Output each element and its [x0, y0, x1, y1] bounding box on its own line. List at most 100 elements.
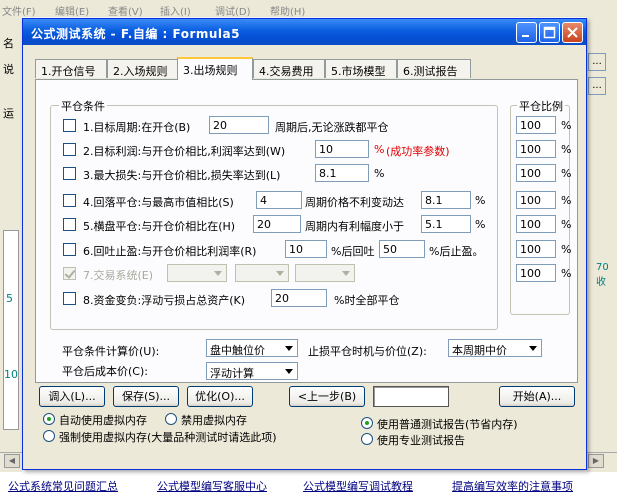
rule-3-suffix: % — [374, 167, 385, 180]
scroll-left-icon[interactable]: ◀ — [4, 454, 20, 468]
rule-4-checkbox[interactable] — [63, 194, 76, 207]
bg-browse-button[interactable]: ... — [588, 53, 606, 71]
rule-2-value-input[interactable]: 10 — [315, 140, 369, 158]
prev-step-button[interactable]: <上一步(B) — [289, 386, 365, 407]
ratio-7-percent: % — [561, 267, 572, 280]
bg-label-desc: 说 — [3, 63, 14, 76]
calc-price-select[interactable]: 盘中触位价 — [206, 339, 298, 357]
menu-view[interactable]: 查看(V) — [108, 3, 143, 18]
rule-6-checkbox[interactable] — [63, 243, 76, 256]
rule-3-value-input[interactable]: 8.1 — [315, 164, 369, 182]
menu-help[interactable]: 帮助(H) — [270, 3, 305, 18]
dialog-titlebar[interactable]: 公式测试系统 - F.自编 : Formula5 — [23, 19, 586, 45]
ratio-1-input[interactable]: 100 — [516, 116, 556, 134]
radio-auto-virtual-memory-label: 自动使用虚拟内存 — [59, 414, 147, 427]
rule-2-label: 2.目标利润:与开仓价相比,利润率达到(W) — [83, 145, 286, 158]
cost-price-value: 浮动计算 — [210, 367, 254, 380]
rule-7-system-select-2[interactable] — [235, 264, 289, 282]
rule-4-percent-input[interactable]: 8.1 — [421, 191, 471, 209]
link-faq[interactable]: 公式系统常见问题汇总 — [8, 478, 118, 494]
ratio-1-percent: % — [561, 119, 572, 132]
rule-2-checkbox[interactable] — [63, 143, 76, 156]
ratio-5-input[interactable]: 100 — [516, 215, 556, 233]
rule-6-profit-input[interactable]: 10 — [285, 240, 327, 258]
rule-7-system-select-3[interactable] — [295, 264, 355, 282]
cost-price-select[interactable]: 浮动计算 — [206, 362, 298, 380]
maximize-button[interactable] — [539, 22, 560, 43]
scroll-right-icon[interactable]: ▶ — [588, 454, 604, 468]
background-chart-panel — [3, 230, 19, 430]
menu-file[interactable]: 文件(F) — [2, 3, 36, 18]
tab-trading-fees[interactable]: 4.交易费用 — [253, 59, 325, 78]
close-conditions-group: 平仓条件 1.目标周期:在开仓(B) 20 周期后,无论涨跌都平仓 2.目标利润… — [50, 98, 498, 330]
optimize-button[interactable]: 优化(O)... — [187, 386, 253, 407]
next-step-button[interactable] — [373, 386, 449, 407]
bg-axis-number: 10 — [4, 368, 18, 381]
radio-normal-report[interactable] — [361, 417, 373, 429]
link-efficiency-tips[interactable]: 提高编写效率的注意事项 — [452, 478, 573, 494]
calc-price-label: 平仓条件计算价(U): — [62, 345, 160, 358]
rule-row-5: 5.横盘平仓:与开仓价相比在(H) 20 周期内有利幅度小于 5.1 % — [51, 215, 497, 235]
rule-8-value-input[interactable]: 20 — [271, 289, 327, 307]
maximize-icon — [543, 26, 556, 39]
minimize-button[interactable] — [516, 22, 537, 43]
bg-browse-button[interactable]: ... — [588, 77, 606, 95]
rule-7-checkbox[interactable] — [63, 267, 76, 280]
link-tutorial[interactable]: 公式模型编写调试教程 — [303, 478, 413, 494]
bg-right-text: 70收 — [596, 262, 609, 288]
ratio-6-input[interactable]: 100 — [516, 240, 556, 258]
rule-5-period-input[interactable]: 20 — [253, 215, 301, 233]
radio-disable-virtual-memory-label: 禁用虚拟内存 — [181, 414, 247, 427]
radio-disable-virtual-memory[interactable] — [165, 413, 177, 425]
tab-open-signal[interactable]: 1.开仓信号 — [35, 59, 107, 78]
ratio-4-percent: % — [561, 194, 572, 207]
rule-8-checkbox[interactable] — [63, 292, 76, 305]
close-ratio-title: 平仓比例 — [517, 98, 565, 114]
ratio-7-input[interactable]: 100 — [516, 264, 556, 282]
ratio-4-input[interactable]: 100 — [516, 191, 556, 209]
close-button[interactable] — [562, 22, 583, 43]
bg-label-run: 运 — [3, 107, 14, 120]
rule-row-7: 7.交易系统(E) — [51, 264, 497, 284]
load-button[interactable]: 调入(L)... — [39, 386, 105, 407]
bg-axis-number: 5 — [6, 292, 13, 305]
rule-5-label: 5.横盘平仓:与开仓价相比在(H) — [83, 220, 236, 233]
menu-insert[interactable]: 插入(I) — [160, 3, 191, 18]
menu-edit[interactable]: 编辑(E) — [55, 3, 89, 18]
close-icon — [567, 27, 578, 38]
rule-5-percent-input[interactable]: 5.1 — [421, 215, 471, 233]
rule-1-checkbox[interactable] — [63, 119, 76, 132]
ratio-2-input[interactable]: 100 — [516, 140, 556, 158]
save-button[interactable]: 保存(S)... — [113, 386, 179, 407]
rule-6-mid: %后回吐 — [331, 245, 375, 258]
stop-timing-select[interactable]: 本周期中价 — [448, 339, 542, 357]
ratio-6-percent: % — [561, 243, 572, 256]
rule-6-retrace-input[interactable]: 50 — [379, 240, 425, 258]
chevron-down-icon — [526, 341, 540, 355]
tab-exit-rules[interactable]: 3.出场规则 — [177, 57, 253, 80]
close-ratio-group: 平仓比例 100 % 100 % 100 % 100 % 100 % 100 %… — [510, 98, 572, 315]
rule-7-system-select-1[interactable] — [167, 264, 227, 282]
start-button[interactable]: 开始(A)... — [499, 386, 575, 407]
radio-professional-report[interactable] — [361, 433, 373, 445]
rule-5-checkbox[interactable] — [63, 218, 76, 231]
rule-row-3: 3.最大损失:与开仓价相比,损失率达到(L) 8.1 % — [51, 164, 497, 184]
rule-4-suffix: % — [475, 194, 486, 207]
radio-force-virtual-memory[interactable] — [43, 430, 55, 442]
radio-auto-virtual-memory[interactable] — [43, 413, 55, 425]
rule-2-note: (成功率参数) — [386, 145, 450, 158]
tab-entry-rules[interactable]: 2.入场规则 — [107, 59, 179, 78]
ratio-3-input[interactable]: 100 — [516, 164, 556, 182]
rule-row-4: 4.回落平仓:与最高市值相比(S) 4 周期价格不利变动达 8.1 % — [51, 191, 497, 211]
rule-row-8: 8.资金变负:浮动亏损占总资产(K) 20 %时全部平仓 — [51, 289, 497, 309]
rule-4-period-input[interactable]: 4 — [256, 191, 302, 209]
ratio-3-percent: % — [561, 167, 572, 180]
menu-debug[interactable]: 调试(D) — [215, 3, 251, 18]
chevron-down-icon — [282, 341, 296, 355]
rule-1-value-input[interactable]: 20 — [209, 116, 269, 134]
rule-3-checkbox[interactable] — [63, 167, 76, 180]
tab-test-report[interactable]: 6.测试报告 — [397, 59, 471, 78]
link-support[interactable]: 公式模型编写客服中心 — [157, 478, 267, 494]
tab-market-model[interactable]: 5.市场模型 — [325, 59, 397, 78]
background-menubar: 文件(F) 编辑(E) 查看(V) 插入(I) 调试(D) 帮助(H) — [0, 0, 617, 18]
